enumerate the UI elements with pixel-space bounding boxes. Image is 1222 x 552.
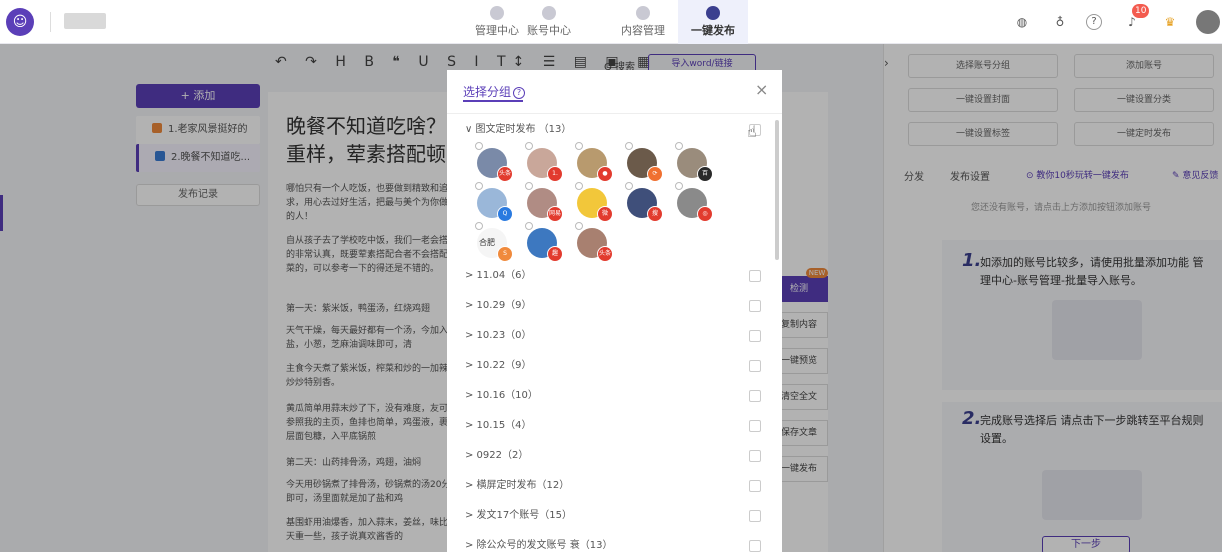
- group-row[interactable]: > 11.04（6）: [465, 266, 765, 286]
- account-radio[interactable]: [525, 182, 533, 190]
- scrollbar[interactable]: [775, 120, 779, 260]
- account-radio[interactable]: [625, 142, 633, 150]
- account-radio[interactable]: [575, 142, 583, 150]
- select-group-modal: 选择分组? × ∨ 图文定时发布 （13） ☝ 头条 1. ● ⟳ 百 Q 网易 微 搜 ◎ 合肥 S…: [447, 70, 782, 552]
- account-icon: [542, 6, 556, 20]
- platform-badge-icon: 网易: [547, 206, 563, 222]
- group-checkbox[interactable]: [749, 300, 761, 312]
- notification-badge: 10: [1132, 4, 1150, 18]
- group-checkbox[interactable]: [749, 360, 761, 372]
- group-checkbox[interactable]: [749, 270, 761, 282]
- account-radio[interactable]: [525, 222, 533, 230]
- platform-badge-icon: 头条: [597, 246, 613, 262]
- platform-badge-icon: 微: [597, 206, 613, 222]
- account-radio[interactable]: [675, 182, 683, 190]
- publish-icon: [706, 6, 720, 20]
- group-label: > 除公众号的发文账号 衰（13）: [465, 540, 613, 551]
- platform-badge-icon: ⟳: [647, 166, 663, 182]
- account-avatar[interactable]: 1.: [525, 142, 563, 182]
- group-label: > 10.22（9）: [465, 360, 532, 371]
- platform-badge-icon: ●: [597, 166, 613, 182]
- platform-badge-icon: 搜: [647, 206, 663, 222]
- nav-tab-publish[interactable]: 一键发布: [678, 0, 748, 44]
- account-radio[interactable]: [475, 182, 483, 190]
- account-avatar[interactable]: ⟳: [625, 142, 663, 182]
- group-label: > 10.16（10）: [465, 390, 538, 401]
- account-radio[interactable]: [625, 182, 633, 190]
- group-row[interactable]: > 10.29（9）: [465, 296, 765, 316]
- group-row-expanded[interactable]: ∨ 图文定时发布 （13）: [465, 120, 765, 140]
- group-row[interactable]: > 10.15（4）: [465, 416, 765, 436]
- group-label: > 横屏定时发布（12）: [465, 480, 570, 491]
- group-label: > 0922（2）: [465, 450, 529, 461]
- title-underline: [463, 100, 523, 102]
- content-icon: [636, 6, 650, 20]
- account-avatar[interactable]: 合肥 S: [475, 222, 513, 262]
- account-avatar[interactable]: 网易: [525, 182, 563, 222]
- account-radio[interactable]: [675, 142, 683, 150]
- robot-icon[interactable]: ☺: [6, 8, 34, 36]
- platform-badge-icon: ◎: [697, 206, 713, 222]
- platform-badge-icon: S: [497, 246, 513, 262]
- group-label: > 10.15（4）: [465, 420, 532, 431]
- group-checkbox[interactable]: [749, 540, 761, 552]
- group-label: > 10.29（9）: [465, 300, 532, 311]
- close-icon[interactable]: ×: [755, 80, 768, 99]
- platform-badge-icon: 1.: [547, 166, 563, 182]
- platform-badge-icon: 头条: [497, 166, 513, 182]
- account-avatar[interactable]: 头条: [475, 142, 513, 182]
- account-radio[interactable]: [475, 142, 483, 150]
- bot-icon[interactable]: ♁: [1050, 12, 1070, 32]
- group-row[interactable]: > 10.16（10）: [465, 386, 765, 406]
- account-avatar[interactable]: 搜: [625, 182, 663, 222]
- group-label: > 10.23（0）: [465, 330, 532, 341]
- group-checkbox[interactable]: [749, 420, 761, 432]
- crown-icon[interactable]: ♛: [1160, 12, 1180, 32]
- nav-tab-accounts[interactable]: 账号中心: [514, 0, 584, 44]
- group-row[interactable]: > 除公众号的发文账号 衰（13）: [465, 536, 765, 552]
- platform-badge-icon: 趣: [547, 246, 563, 262]
- account-avatar[interactable]: Q: [475, 182, 513, 222]
- group-label: > 发文17个账号（15）: [465, 510, 573, 521]
- account-avatar[interactable]: 百: [675, 142, 713, 182]
- account-avatar[interactable]: ◎: [675, 182, 713, 222]
- account-radio[interactable]: [575, 182, 583, 190]
- nav-tab-content[interactable]: 内容管理: [608, 0, 678, 44]
- management-icon: [490, 6, 504, 20]
- group-row[interactable]: > 横屏定时发布（12）: [465, 476, 765, 496]
- account-avatar[interactable]: 微: [575, 182, 613, 222]
- account-avatar[interactable]: 趣: [525, 222, 563, 262]
- account-avatar[interactable]: ●: [575, 142, 613, 182]
- group-checkbox[interactable]: [749, 390, 761, 402]
- group-row[interactable]: > 发文17个账号（15）: [465, 506, 765, 526]
- group-row[interactable]: > 10.23（0）: [465, 326, 765, 346]
- help-icon[interactable]: ?: [1086, 14, 1102, 30]
- modal-title: 选择分组?: [463, 83, 526, 100]
- hand-cursor-icon: ☝: [747, 122, 757, 141]
- group-checkbox[interactable]: [749, 480, 761, 492]
- help-icon[interactable]: ?: [513, 87, 526, 99]
- avatar[interactable]: [1196, 10, 1220, 34]
- platform-badge-icon: 百: [697, 166, 713, 182]
- group-checkbox[interactable]: [749, 330, 761, 342]
- divider: [447, 113, 782, 114]
- account-radio[interactable]: [525, 142, 533, 150]
- top-bar: ☺ 管理中心 账号中心 内容管理 一键发布 ◍ ♁ ? ♪ 10 ♛: [0, 0, 1222, 44]
- group-checkbox[interactable]: [749, 510, 761, 522]
- account-radio[interactable]: [475, 222, 483, 230]
- group-row[interactable]: > 0922（2）: [465, 446, 765, 466]
- wechat-icon[interactable]: ◍: [1012, 12, 1032, 32]
- group-row[interactable]: > 10.22（9）: [465, 356, 765, 376]
- divider: [50, 12, 51, 32]
- account-radio[interactable]: [575, 222, 583, 230]
- group-label: > 11.04（6）: [465, 270, 532, 281]
- account-avatar[interactable]: 头条: [575, 222, 613, 262]
- blurred-username: [64, 13, 106, 29]
- group-checkbox[interactable]: [749, 450, 761, 462]
- platform-badge-icon: Q: [497, 206, 513, 222]
